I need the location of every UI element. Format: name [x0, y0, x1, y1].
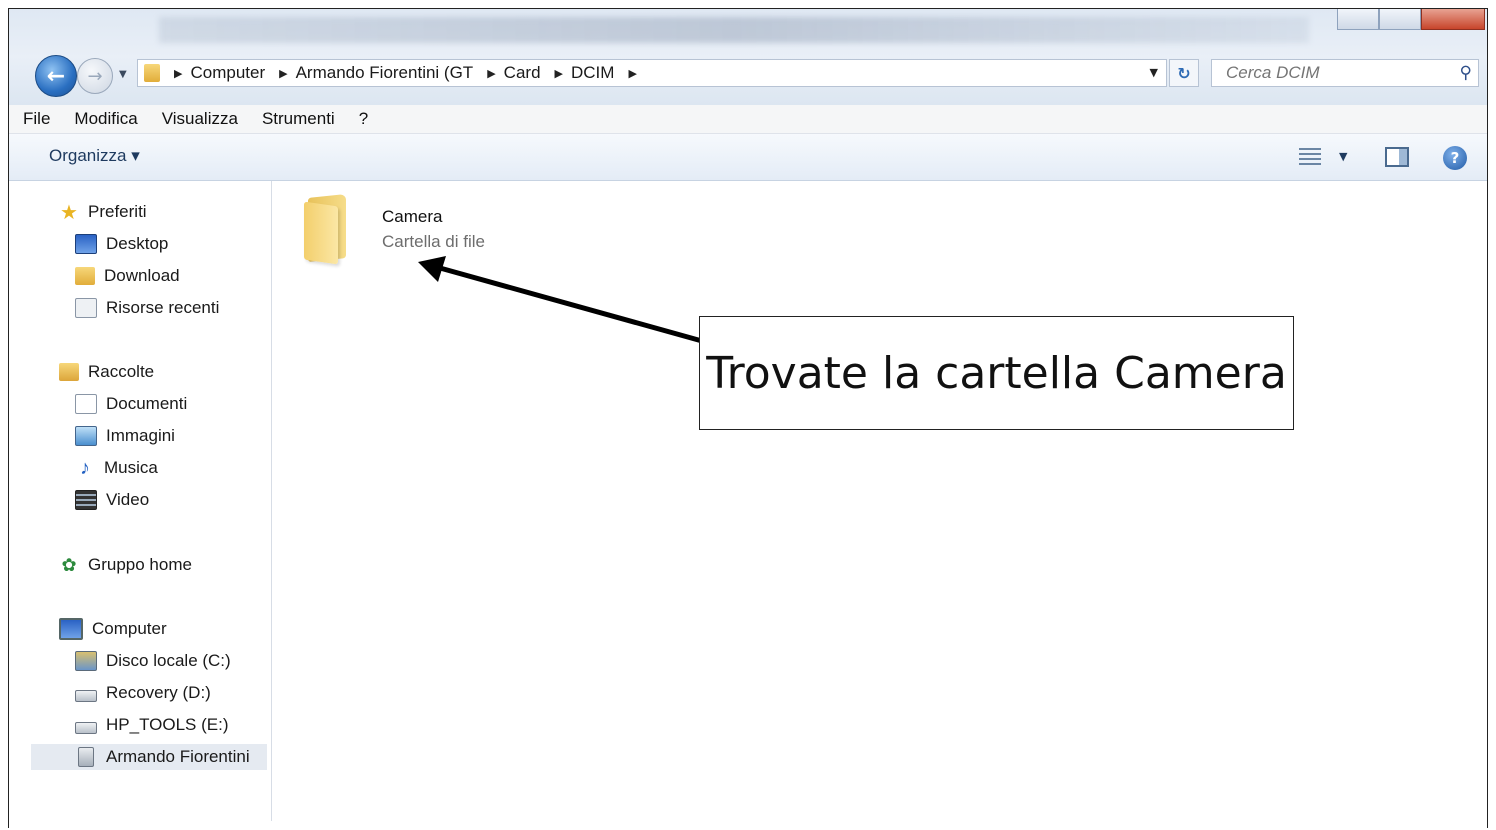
annotation-callout: Trovate la cartella Camera [699, 316, 1294, 430]
